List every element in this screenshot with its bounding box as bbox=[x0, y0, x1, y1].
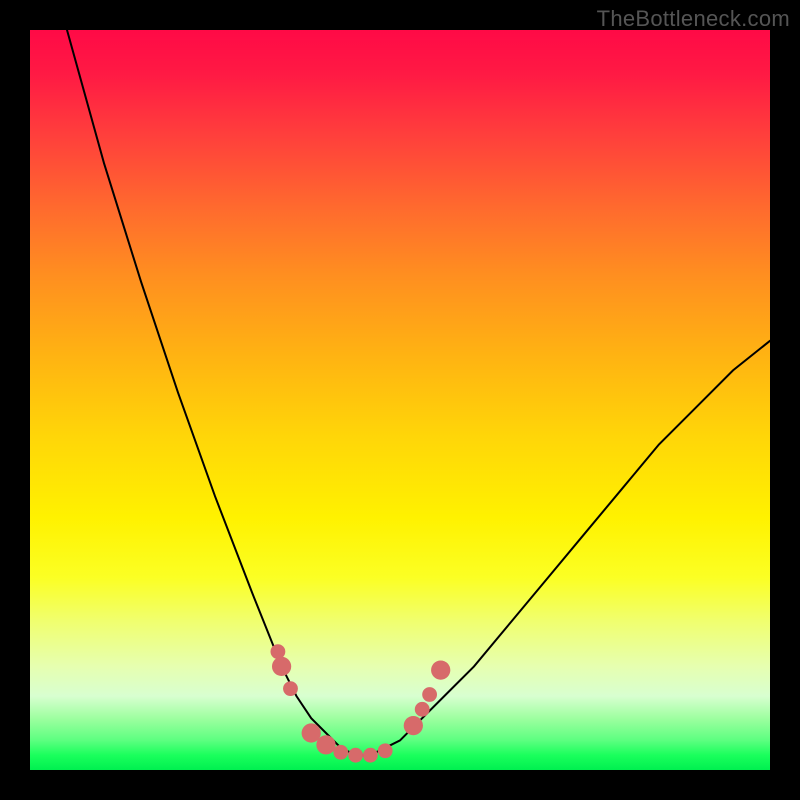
marker-point bbox=[404, 716, 423, 735]
marker-point bbox=[431, 660, 450, 679]
curve-left-curve bbox=[67, 30, 370, 755]
marker-point bbox=[333, 745, 348, 760]
marker-point bbox=[283, 681, 298, 696]
marker-point bbox=[316, 735, 335, 754]
marker-point bbox=[348, 748, 363, 763]
plot-area bbox=[30, 30, 770, 770]
marker-point bbox=[422, 687, 437, 702]
curve-lines bbox=[67, 30, 770, 755]
chart-frame: TheBottleneck.com bbox=[0, 0, 800, 800]
marker-point bbox=[378, 743, 393, 758]
marker-point bbox=[415, 702, 430, 717]
marker-point bbox=[272, 657, 291, 676]
marker-point bbox=[271, 644, 286, 659]
watermark-text: TheBottleneck.com bbox=[597, 6, 790, 32]
marker-point bbox=[363, 748, 378, 763]
chart-svg bbox=[30, 30, 770, 770]
data-markers bbox=[271, 644, 451, 762]
